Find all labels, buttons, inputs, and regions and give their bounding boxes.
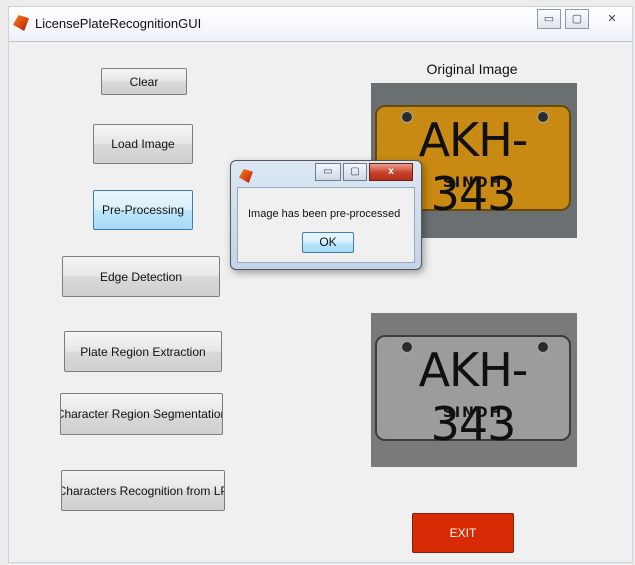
processed-image: AKH-343 SINDH <box>371 313 577 467</box>
gui-panel: Clear Load Image Pre-Processing Edge Det… <box>9 42 632 562</box>
dialog-close-button[interactable]: x <box>369 163 413 181</box>
ok-button[interactable]: OK <box>302 232 354 253</box>
dialog-body: Image has been pre-processed OK <box>237 187 415 263</box>
close-button[interactable]: ✕ <box>597 9 627 29</box>
message-dialog: ▭ ▢ x Image has been pre-processed OK <box>230 160 422 270</box>
minimize-button[interactable]: ▭ <box>537 9 561 29</box>
license-plate-grayscale: AKH-343 SINDH <box>375 335 571 451</box>
edge-detection-button[interactable]: Edge Detection <box>62 256 220 297</box>
characters-recognition-button[interactable]: Characters Recognition from LP <box>61 470 225 511</box>
matlab-icon <box>13 15 29 31</box>
plate-number: AKH-343 <box>418 343 529 451</box>
exit-button[interactable]: EXIT <box>412 513 514 553</box>
title-bar: LicensePlateRecognitionGUI ▭ ▢ ✕ <box>9 7 632 42</box>
plate-region-extraction-button[interactable]: Plate Region Extraction <box>64 331 222 372</box>
window-title: LicensePlateRecognitionGUI <box>35 16 202 31</box>
load-image-button[interactable]: Load Image <box>93 124 193 164</box>
clear-button[interactable]: Clear <box>101 68 187 95</box>
pre-processing-button[interactable]: Pre-Processing <box>93 190 193 230</box>
dialog-message: Image has been pre-processed <box>248 208 401 220</box>
original-image-label: Original Image <box>426 61 518 77</box>
dialog-maximize-button[interactable]: ▢ <box>343 163 367 181</box>
character-region-segmentation-button[interactable]: Character Region Segmentation <box>60 393 223 435</box>
dialog-minimize-button[interactable]: ▭ <box>315 163 341 181</box>
maximize-button[interactable]: ▢ <box>565 9 589 29</box>
main-window: LicensePlateRecognitionGUI ▭ ▢ ✕ Clear L… <box>8 6 633 563</box>
matlab-icon <box>239 169 253 183</box>
plate-province: SINDH <box>442 405 504 421</box>
